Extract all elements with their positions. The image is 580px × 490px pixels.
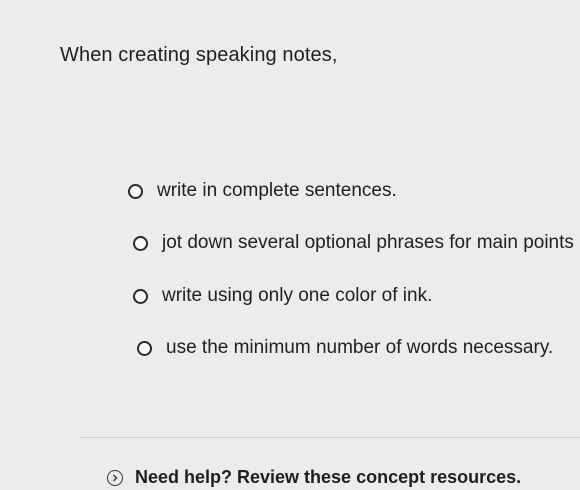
answer-option-label: write in complete sentences. [157, 180, 397, 201]
answer-option-label: jot down several optional phrases for ma… [162, 232, 574, 253]
radio-button-3[interactable] [133, 288, 148, 304]
answer-option-1[interactable]: write in complete sentences. [128, 180, 397, 202]
answer-option-label: use the minimum number of words necessar… [166, 337, 554, 358]
help-resources-label: Need help? Review these concept resource… [135, 467, 522, 487]
radio-button-2[interactable] [133, 235, 148, 251]
divider [80, 437, 580, 438]
answer-option-3[interactable]: write using only one color of ink. [133, 285, 432, 307]
radio-button-4[interactable] [137, 340, 152, 356]
answer-option-4[interactable]: use the minimum number of words necessar… [137, 337, 553, 359]
radio-button-1[interactable] [128, 183, 143, 199]
help-resources-link[interactable]: Need help? Review these concept resource… [107, 467, 521, 488]
answer-option-label: write using only one color of ink. [162, 285, 433, 306]
answer-option-2[interactable]: jot down several optional phrases for ma… [133, 232, 574, 254]
chevron-right-icon [107, 469, 123, 486]
answer-options: write in complete sentences. jot down se… [0, 0, 580, 420]
